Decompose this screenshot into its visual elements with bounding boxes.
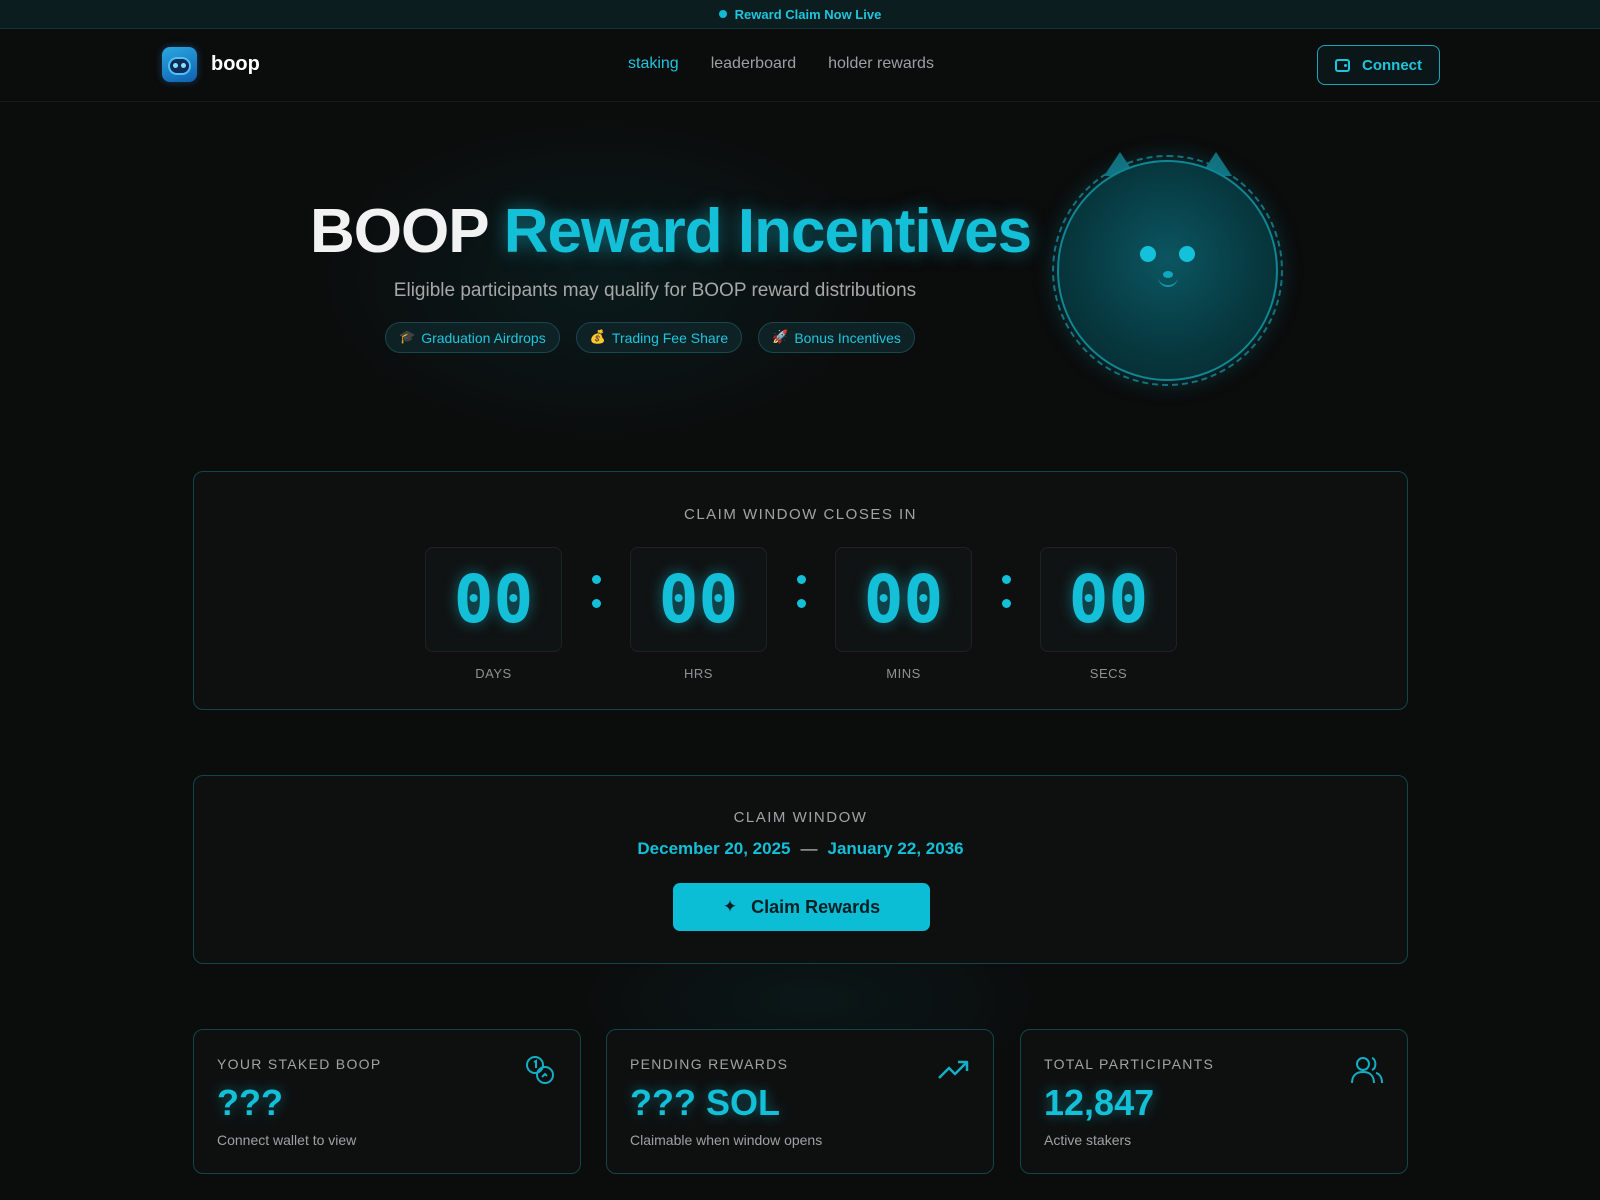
announcement-text: Reward Claim Now Live bbox=[734, 6, 882, 22]
hours-value: 00 bbox=[630, 547, 767, 652]
days-value: 00 bbox=[425, 547, 562, 652]
nav-link-holder-rewards[interactable]: holder rewards bbox=[828, 55, 934, 73]
pill-label: Graduation Airdrops bbox=[421, 329, 546, 346]
pill-label: Trading Fee Share bbox=[611, 329, 729, 346]
claim-window-dates: December 20, 2025 — January 22, 2036 bbox=[194, 839, 1407, 859]
countdown-days: 00 DAYS bbox=[425, 547, 562, 681]
brand-name: boop bbox=[211, 53, 260, 75]
colon-separator bbox=[767, 547, 835, 652]
pill-label: Bonus Incentives bbox=[794, 329, 901, 346]
hero-title-white: BOOP bbox=[310, 197, 488, 266]
claim-window-label: CLAIM WINDOW bbox=[733, 809, 868, 826]
stat-sub: Connect wallet to view bbox=[217, 1132, 357, 1148]
hero-subtitle: Eligible participants may qualify for BO… bbox=[393, 280, 917, 301]
stat-value: ??? bbox=[217, 1082, 283, 1123]
countdown-minutes: 00 MINS bbox=[835, 547, 972, 681]
stat-value: 12,847 bbox=[1044, 1082, 1155, 1123]
nav-link-staking[interactable]: staking bbox=[628, 55, 679, 73]
stat-sub: Claimable when window opens bbox=[630, 1132, 823, 1148]
announcement-bar: Reward Claim Now Live bbox=[0, 0, 1600, 29]
claim-rewards-button[interactable]: ✦ Claim Rewards bbox=[673, 883, 930, 931]
pill-trading-fee-share: 💰 Trading Fee Share bbox=[575, 322, 743, 353]
hero-title: BOOP Reward Incentives bbox=[310, 196, 1032, 267]
live-dot-icon bbox=[718, 10, 727, 18]
stat-label: PENDING REWARDS bbox=[630, 1056, 789, 1072]
pill-graduation-airdrops: 🎓 Graduation Airdrops bbox=[385, 322, 560, 353]
countdown-card: CLAIM WINDOW CLOSES IN 00 DAYS 00 HRS 00… bbox=[193, 471, 1408, 710]
claim-rewards-label: Claim Rewards bbox=[751, 896, 881, 917]
rocket-icon: 🚀 bbox=[772, 330, 789, 345]
stat-label: TOTAL PARTICIPANTS bbox=[1044, 1056, 1215, 1072]
claim-start-date: December 20, 2025 bbox=[637, 839, 791, 858]
days-label: DAYS bbox=[475, 666, 512, 681]
countdown-hours: 00 HRS bbox=[630, 547, 767, 681]
date-separator: — bbox=[800, 839, 818, 858]
stat-sub: Active stakers bbox=[1044, 1132, 1132, 1148]
stat-card-pending: PENDING REWARDS ??? SOL Claimable when w… bbox=[606, 1029, 994, 1174]
hero-title-accent: Reward Incentives bbox=[503, 197, 1032, 266]
countdown-seconds: 00 SECS bbox=[1040, 547, 1177, 681]
stat-card-staked: YOUR STAKED BOOP ??? Connect wallet to v… bbox=[193, 1029, 581, 1174]
claim-window-card: CLAIM WINDOW December 20, 2025 — January 2… bbox=[193, 775, 1408, 964]
boop-mascot-icon bbox=[1050, 152, 1285, 392]
wallet-icon bbox=[1335, 58, 1350, 72]
minutes-value: 00 bbox=[835, 547, 972, 652]
claim-end-date: January 22, 2036 bbox=[827, 839, 964, 858]
colon-separator bbox=[972, 547, 1040, 652]
connect-label: Connect bbox=[1362, 56, 1422, 74]
stat-value: ??? SOL bbox=[630, 1082, 780, 1123]
boop-logo-icon bbox=[162, 47, 197, 82]
nav-link-leaderboard[interactable]: leaderboard bbox=[711, 55, 796, 73]
hours-label: HRS bbox=[684, 666, 713, 681]
money-bag-icon: 💰 bbox=[589, 330, 606, 345]
sparkles-icon: ✦ bbox=[722, 897, 738, 917]
top-nav: boop staking leaderboard holder rewards … bbox=[0, 29, 1600, 102]
stat-card-participants: TOTAL PARTICIPANTS 12,847 Active stakers bbox=[1020, 1029, 1408, 1174]
graduation-cap-icon: 🎓 bbox=[399, 330, 416, 345]
seconds-value: 00 bbox=[1040, 547, 1177, 652]
seconds-label: SECS bbox=[1089, 666, 1128, 681]
stat-label: YOUR STAKED BOOP bbox=[217, 1056, 382, 1072]
connect-wallet-button[interactable]: Connect bbox=[1317, 45, 1440, 85]
coins-icon bbox=[526, 1056, 554, 1084]
feature-pills: 🎓 Graduation Airdrops 💰 Trading Fee Shar… bbox=[385, 322, 915, 353]
pill-bonus-incentives: 🚀 Bonus Incentives bbox=[758, 322, 915, 353]
trending-up-icon bbox=[938, 1060, 969, 1079]
countdown-label: CLAIM WINDOW CLOSES IN bbox=[683, 506, 918, 523]
nav-links: staking leaderboard holder rewards bbox=[628, 55, 934, 73]
users-icon bbox=[1351, 1057, 1383, 1084]
colon-separator bbox=[562, 547, 630, 652]
countdown-units: 00 DAYS 00 HRS 00 MINS 00 SECS bbox=[425, 547, 1177, 681]
brand-logo[interactable]: boop bbox=[162, 47, 260, 82]
minutes-label: MINS bbox=[886, 666, 921, 681]
